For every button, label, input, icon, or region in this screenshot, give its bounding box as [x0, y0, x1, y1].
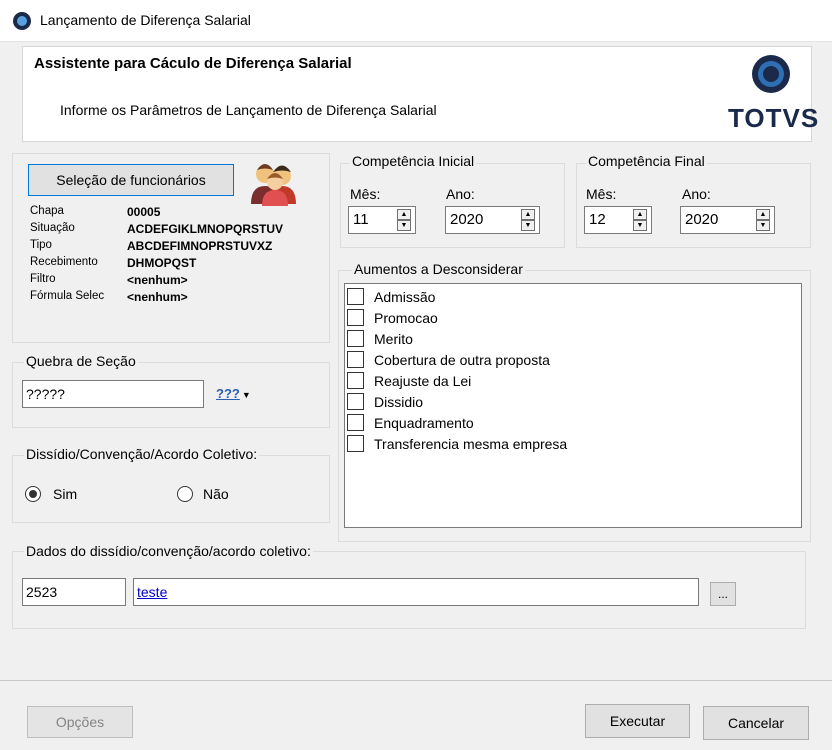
ano-final-label: Ano: — [682, 186, 711, 202]
sim-label[interactable]: Sim — [53, 486, 77, 502]
chapa-label: Chapa — [30, 205, 64, 217]
nao-radio[interactable] — [177, 486, 193, 502]
ano-final-up-icon[interactable]: ▲ — [756, 209, 770, 220]
ano-final-value: 2020 — [685, 211, 719, 228]
people-group-icon — [248, 160, 298, 206]
ano-inicial-label: Ano: — [446, 186, 475, 202]
mes-inicial-down-icon[interactable]: ▼ — [397, 220, 411, 231]
checkbox[interactable] — [347, 351, 364, 368]
execute-button[interactable]: Executar — [585, 704, 690, 738]
recebimento-value: DHMOPQST — [127, 256, 197, 270]
checkbox[interactable] — [347, 435, 364, 452]
filtro-value: <nenhum> — [127, 273, 188, 287]
competencia-inicial-legend: Competência Inicial — [350, 153, 477, 169]
checkbox[interactable] — [347, 393, 364, 410]
mes-inicial-label: Mês: — [350, 186, 381, 202]
aumento-item-admissao[interactable]: Admissão — [347, 286, 435, 307]
quebra-input[interactable]: ????? — [22, 380, 204, 408]
dissidio-legend: Dissídio/Convenção/Acordo Coletivo: — [24, 446, 260, 462]
dados-code-input[interactable]: 2523 — [22, 578, 126, 606]
aumento-item-promocao[interactable]: Promocao — [347, 307, 438, 328]
aumento-item-transferencia[interactable]: Transferencia mesma empresa — [347, 433, 567, 454]
dados-description-link[interactable]: teste — [137, 584, 167, 600]
ano-final-down-icon[interactable]: ▼ — [756, 220, 770, 231]
aumento-item-enquadramento[interactable]: Enquadramento — [347, 412, 474, 433]
mes-final-value: 12 — [589, 211, 606, 228]
tipo-value: ABCDEFIMNOPRSTUVXZ — [127, 239, 273, 253]
mes-final-spinner[interactable]: 12 ▲ ▼ — [584, 206, 652, 234]
quebra-picker-label: ??? — [216, 386, 240, 401]
mes-final-up-icon[interactable]: ▲ — [633, 209, 647, 220]
filtro-label: Filtro — [30, 273, 56, 285]
sim-radio[interactable] — [25, 486, 41, 502]
employee-selection-button[interactable]: Seleção de funcionários — [28, 164, 234, 196]
app-icon — [13, 12, 31, 30]
dados-legend: Dados do dissídio/convenção/acordo colet… — [24, 543, 313, 559]
ano-inicial-down-icon[interactable]: ▼ — [521, 220, 535, 231]
wizard-title: Assistente para Cáculo de Diferença Sala… — [34, 55, 352, 72]
ano-final-spinner[interactable]: 2020 ▲ ▼ — [680, 206, 775, 234]
dados-description-field[interactable]: teste — [133, 578, 699, 606]
aumento-item-dissidio[interactable]: Dissidio — [347, 391, 423, 412]
recebimento-label: Recebimento — [30, 256, 98, 268]
ano-inicial-up-icon[interactable]: ▲ — [521, 209, 535, 220]
mes-final-label: Mês: — [586, 186, 617, 202]
chapa-value: 00005 — [127, 205, 161, 219]
aumentos-legend: Aumentos a Desconsiderar — [352, 261, 525, 277]
competencia-final-legend: Competência Final — [586, 153, 707, 169]
checkbox[interactable] — [347, 288, 364, 305]
quebra-picker[interactable]: ??? ▼ — [216, 386, 258, 404]
nao-label[interactable]: Não — [203, 486, 229, 502]
formula-label: Fórmula Selec — [30, 290, 105, 302]
footer-divider — [0, 680, 832, 681]
situacao-label: Situação — [30, 222, 75, 234]
aumento-item-reajuste[interactable]: Reajuste da Lei — [347, 370, 471, 391]
aumento-item-merito[interactable]: Merito — [347, 328, 413, 349]
mes-inicial-up-icon[interactable]: ▲ — [397, 209, 411, 220]
aumento-item-cobertura[interactable]: Cobertura de outra proposta — [347, 349, 550, 370]
tipo-label: Tipo — [30, 239, 52, 251]
checkbox[interactable] — [347, 372, 364, 389]
cancel-button[interactable]: Cancelar — [703, 706, 809, 740]
situacao-value: ACDEFGIKLMNOPQRSTUV — [127, 222, 283, 236]
ano-inicial-spinner[interactable]: 2020 ▲ ▼ — [445, 206, 540, 234]
ano-inicial-value: 2020 — [450, 211, 484, 228]
checkbox[interactable] — [347, 414, 364, 431]
checkbox[interactable] — [347, 309, 364, 326]
chevron-down-icon: ▼ — [241, 390, 251, 400]
options-button[interactable]: Opções — [27, 706, 133, 738]
aumentos-checklist[interactable]: Admissão Promocao Merito Cobertura de ou… — [344, 283, 802, 528]
checkbox[interactable] — [347, 330, 364, 347]
mes-inicial-value: 11 — [353, 211, 369, 228]
totvs-logo-icon — [752, 55, 790, 93]
quebra-legend: Quebra de Seção — [24, 353, 138, 369]
formula-value: <nenhum> — [127, 290, 188, 304]
wizard-subtitle: Informe os Parâmetros de Lançamento de D… — [60, 102, 437, 118]
totvs-logo-text: TOTVS — [728, 103, 820, 133]
browse-button[interactable]: ... — [710, 582, 736, 606]
window-title: Lançamento de Diferença Salarial — [40, 12, 251, 28]
mes-inicial-spinner[interactable]: 11 ▲ ▼ — [348, 206, 416, 234]
mes-final-down-icon[interactable]: ▼ — [633, 220, 647, 231]
